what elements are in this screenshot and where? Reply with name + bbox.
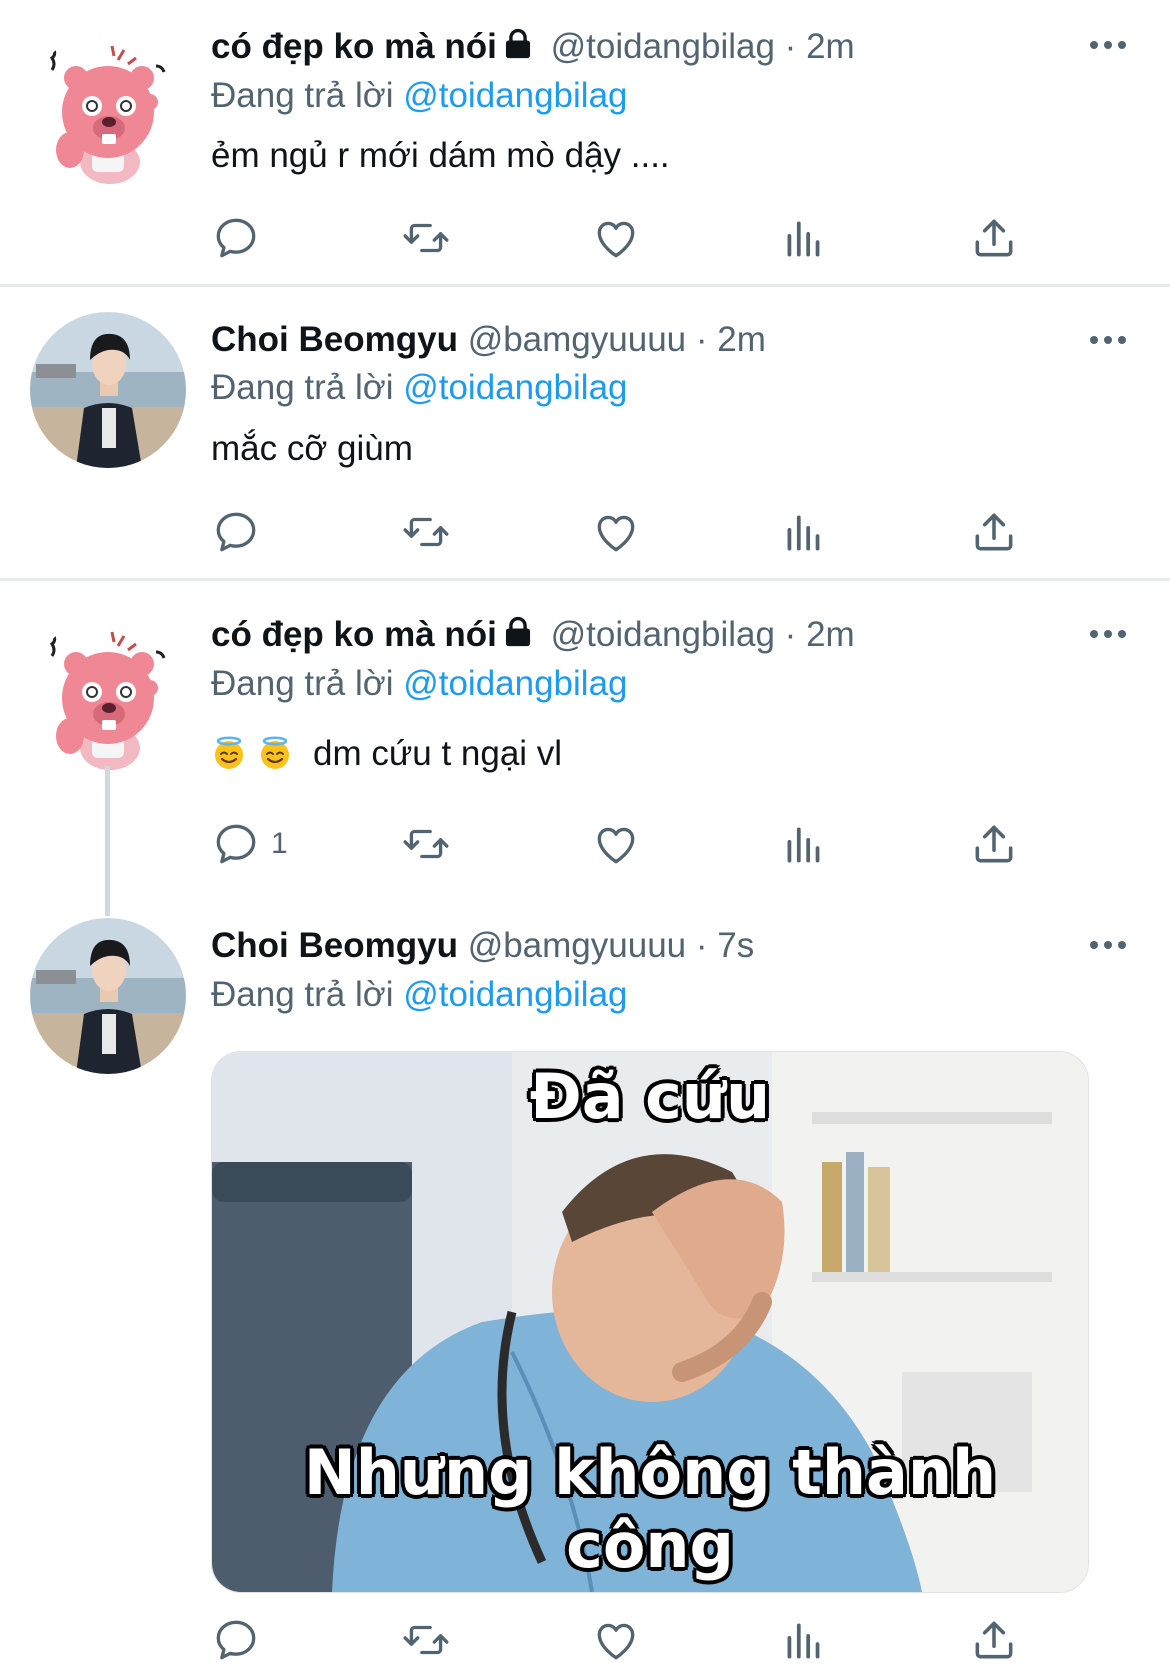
lock-icon bbox=[501, 615, 535, 649]
share-icon bbox=[969, 507, 1019, 557]
views-button[interactable] bbox=[779, 816, 829, 872]
views-icon bbox=[779, 819, 829, 869]
handle[interactable]: @bamgyuuuu bbox=[468, 926, 686, 965]
reply-icon bbox=[211, 213, 261, 263]
views-icon bbox=[779, 213, 829, 263]
retweet-button[interactable] bbox=[401, 816, 451, 872]
tweet-text-row: dm cứu t ngại vl bbox=[211, 731, 562, 777]
action-bar bbox=[211, 1612, 1041, 1672]
tweet-header: có đẹp ko mà nói @toidangbilag · 2m bbox=[211, 613, 855, 657]
share-icon bbox=[969, 1615, 1019, 1665]
tweet-text: mắc cỡ giùm bbox=[211, 429, 413, 468]
separator: · bbox=[695, 926, 708, 965]
heart-icon bbox=[591, 213, 641, 263]
like-button[interactable] bbox=[591, 504, 641, 560]
tweet-media-image[interactable]: Đã cứu Nhưng không thành công bbox=[211, 1051, 1089, 1593]
heart-icon bbox=[591, 1615, 641, 1665]
heart-icon bbox=[591, 507, 641, 557]
action-bar bbox=[211, 210, 1041, 270]
thread-line bbox=[105, 766, 110, 916]
meme-top-caption: Đã cứu bbox=[529, 1060, 771, 1133]
reply-button[interactable] bbox=[211, 210, 261, 266]
views-icon bbox=[779, 507, 829, 557]
reply-button[interactable] bbox=[211, 1612, 261, 1668]
timestamp[interactable]: 2m bbox=[806, 27, 855, 66]
share-button[interactable] bbox=[969, 210, 1019, 266]
share-button[interactable] bbox=[969, 816, 1019, 872]
more-icon[interactable] bbox=[1088, 38, 1128, 52]
retweet-icon bbox=[401, 213, 451, 263]
views-button[interactable] bbox=[779, 1612, 829, 1668]
replying-label: Đang trả lời bbox=[211, 76, 394, 115]
retweet-button[interactable] bbox=[401, 504, 451, 560]
share-icon bbox=[969, 213, 1019, 263]
replying-label: Đang trả lời bbox=[211, 975, 394, 1014]
mention-link[interactable]: @toidangbilag bbox=[403, 368, 627, 407]
like-button[interactable] bbox=[591, 210, 641, 266]
retweet-button[interactable] bbox=[401, 210, 451, 266]
smiling-face-with-halo-icon bbox=[211, 735, 247, 771]
retweet-button[interactable] bbox=[401, 1612, 451, 1668]
avatar[interactable] bbox=[30, 312, 186, 468]
avatar[interactable] bbox=[30, 616, 186, 772]
display-name[interactable]: Choi Beomgyu bbox=[211, 320, 458, 359]
mention-link[interactable]: @toidangbilag bbox=[403, 975, 627, 1014]
more-icon[interactable] bbox=[1088, 627, 1128, 641]
replying-label: Đang trả lời bbox=[211, 664, 394, 703]
tweet-text: dm cứu t ngại vl bbox=[313, 734, 563, 773]
separator: · bbox=[784, 615, 797, 654]
tweet-header: Choi Beomgyu @bamgyuuuu · 7s bbox=[211, 924, 754, 968]
views-button[interactable] bbox=[779, 210, 829, 266]
replying-to: Đang trả lời @toidangbilag bbox=[211, 973, 628, 1017]
tweet-header: có đẹp ko mà nói @toidangbilag · 2m bbox=[211, 25, 855, 69]
divider bbox=[0, 578, 1170, 581]
reply-count: 1 bbox=[271, 827, 288, 860]
meme-bottom-caption: Nhưng không thành công bbox=[303, 1436, 997, 1582]
timestamp[interactable]: 2m bbox=[717, 320, 766, 359]
reply-icon bbox=[211, 819, 261, 869]
mention-link[interactable]: @toidangbilag bbox=[403, 76, 627, 115]
divider bbox=[0, 284, 1170, 287]
reply-button[interactable] bbox=[211, 504, 261, 560]
display-name[interactable]: có đẹp ko mà nói bbox=[211, 27, 497, 66]
avatar[interactable] bbox=[30, 918, 186, 1074]
retweet-icon bbox=[401, 1615, 451, 1665]
timestamp[interactable]: 7s bbox=[717, 926, 754, 965]
like-button[interactable] bbox=[591, 816, 641, 872]
action-bar: 1 bbox=[211, 816, 1041, 876]
more-icon[interactable] bbox=[1088, 333, 1128, 347]
views-button[interactable] bbox=[779, 504, 829, 560]
tweet-text: ẻm ngủ r mới dám mò dậy .... bbox=[211, 136, 670, 175]
action-bar bbox=[211, 504, 1041, 564]
replying-to: Đang trả lời @toidangbilag bbox=[211, 662, 628, 706]
display-name[interactable]: Choi Beomgyu bbox=[211, 926, 458, 965]
heart-icon bbox=[591, 819, 641, 869]
handle[interactable]: @bamgyuuuu bbox=[468, 320, 686, 359]
reply-icon bbox=[211, 1615, 261, 1665]
handle[interactable]: @toidangbilag bbox=[551, 27, 775, 66]
retweet-icon bbox=[401, 507, 451, 557]
views-icon bbox=[779, 1615, 829, 1665]
mention-link[interactable]: @toidangbilag bbox=[403, 664, 627, 703]
separator: · bbox=[784, 27, 797, 66]
replying-label: Đang trả lời bbox=[211, 368, 394, 407]
share-button[interactable] bbox=[969, 1612, 1019, 1668]
reply-button[interactable]: 1 bbox=[211, 816, 288, 872]
tweet-header: Choi Beomgyu @bamgyuuuu · 2m bbox=[211, 318, 766, 362]
like-button[interactable] bbox=[591, 1612, 641, 1668]
retweet-icon bbox=[401, 819, 451, 869]
share-button[interactable] bbox=[969, 504, 1019, 560]
share-icon bbox=[969, 819, 1019, 869]
replying-to: Đang trả lời @toidangbilag bbox=[211, 366, 628, 410]
timestamp[interactable]: 2m bbox=[806, 615, 855, 654]
lock-icon bbox=[501, 27, 535, 61]
separator: · bbox=[695, 320, 708, 359]
more-icon[interactable] bbox=[1088, 938, 1128, 952]
display-name[interactable]: có đẹp ko mà nói bbox=[211, 615, 497, 654]
reply-icon bbox=[211, 507, 261, 557]
handle[interactable]: @toidangbilag bbox=[551, 615, 775, 654]
avatar[interactable] bbox=[30, 30, 186, 186]
smiling-face-with-halo-icon bbox=[257, 735, 293, 771]
replying-to: Đang trả lời @toidangbilag bbox=[211, 74, 628, 118]
